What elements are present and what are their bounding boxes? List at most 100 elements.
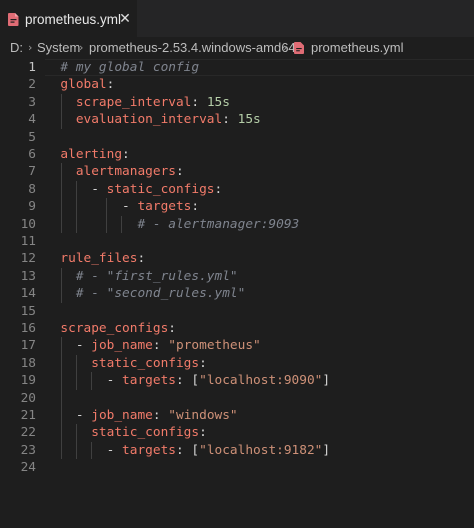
breadcrumb-folder-prometheus[interactable]: prometheus-2.53.4.windows-amd64 (89, 37, 296, 59)
code-token: : (152, 408, 169, 423)
code-line[interactable]: 16 scrape_configs: (0, 320, 474, 337)
line-number: 21 (20, 408, 36, 423)
code-token: targets (137, 199, 192, 215)
line-number: 9 (28, 199, 36, 215)
code-token: - (45, 338, 92, 354)
code-line[interactable]: 7 alertmanagers: (0, 163, 474, 180)
tab-prometheus-yml[interactable]: prometheus.yml ✕ (0, 0, 137, 37)
line-number: 10 (20, 216, 36, 232)
code-token: targets (122, 373, 176, 389)
tab-title: prometheus.yml (25, 12, 122, 27)
code-line[interactable]: 14 # - "second_rules.yml" (0, 285, 474, 302)
code-line[interactable]: 10 # - alertmanager:9093 (0, 216, 474, 233)
code-text: - job_name: "prometheus" (45, 337, 261, 354)
breadcrumb-folder-system[interactable]: System (37, 37, 80, 59)
code-token: - (45, 181, 107, 197)
code-token: # - "first_rules.yml" (45, 268, 238, 284)
code-token: - (45, 199, 138, 215)
code-line[interactable]: 1 # my global config (0, 59, 474, 76)
code-token: job_name (91, 338, 153, 354)
line-number: 19 (20, 373, 36, 389)
code-token: - (45, 442, 123, 458)
code-token: ] (322, 373, 331, 389)
code-token: job_name (91, 408, 153, 423)
code-token: targets (122, 442, 176, 458)
code-line[interactable]: 5 (0, 129, 474, 146)
code-text: alertmanagers: (45, 163, 184, 180)
code-token: # - alertmanager:9093 (45, 216, 300, 232)
line-number: 17 (20, 338, 36, 354)
line-number: 13 (20, 268, 36, 284)
breadcrumb-drive[interactable]: D: (10, 37, 23, 59)
line-number: 11 (20, 234, 36, 249)
code-text: - targets: ["localhost:9182"] (45, 442, 330, 459)
code-line[interactable]: 11 (0, 233, 474, 250)
code-line[interactable]: 24 (0, 459, 474, 476)
code-token: : (199, 355, 207, 371)
close-icon[interactable]: ✕ (117, 10, 133, 28)
code-editor[interactable]: 1 # my global config 2 global: 3 scrape_in… (0, 59, 474, 528)
code-token: : (191, 94, 207, 110)
line-number: 23 (20, 442, 36, 458)
line-number: 18 (20, 355, 36, 371)
line-number: 4 (28, 112, 36, 128)
code-text: # - "second_rules.yml" (45, 285, 246, 302)
tab-bar: prometheus.yml ✕ (0, 0, 474, 37)
code-token: : (175, 164, 184, 180)
line-number: 8 (28, 181, 36, 197)
code-token: : (137, 251, 146, 267)
code-line[interactable]: 2 global: (0, 76, 474, 93)
line-number: 16 (20, 321, 36, 336)
yaml-file-icon (8, 13, 19, 26)
breadcrumb-file[interactable]: prometheus.yml (311, 37, 403, 59)
code-token: global (45, 77, 107, 93)
code-line[interactable]: 12 rule_files: (0, 250, 474, 267)
chevron-right-icon: › (283, 41, 288, 54)
code-line[interactable]: 20 (0, 390, 474, 407)
line-number: 15 (20, 303, 36, 319)
line-number: 1 (28, 60, 36, 75)
code-text: - targets: (45, 198, 199, 215)
code-token: scrape_interval (45, 94, 192, 110)
code-token: # my global config (45, 60, 200, 75)
chevron-right-icon: › (28, 41, 33, 54)
code-line[interactable]: 8 - static_configs: (0, 181, 474, 198)
code-token: alertmanagers (45, 164, 176, 180)
code-line[interactable]: 17 - job_name: "prometheus" (0, 337, 474, 354)
code-line[interactable]: 18 static_configs: (0, 355, 474, 372)
code-text: alerting: (45, 146, 129, 163)
code-text: scrape_configs: (45, 320, 176, 337)
code-line[interactable]: 21 - job_name: "windows" (0, 407, 474, 424)
code-line[interactable]: 19 - targets: ["localhost:9090"] (0, 372, 474, 389)
code-line[interactable]: 23 - targets: ["localhost:9182"] (0, 442, 474, 459)
code-token: scrape_configs (45, 321, 169, 336)
code-text: rule_files: (45, 250, 145, 267)
code-text: scrape_interval: 15s (45, 94, 230, 111)
code-line[interactable]: 13 # - "first_rules.yml" (0, 268, 474, 285)
code-line[interactable]: 22 static_configs: (0, 424, 474, 441)
code-token: : (222, 112, 238, 128)
line-number: 7 (28, 164, 36, 180)
line-number: 5 (28, 129, 36, 145)
line-number: 6 (28, 147, 36, 162)
breadcrumb: D: › System › prometheus-2.53.4.windows-… (0, 37, 474, 59)
code-line[interactable]: 15 (0, 303, 474, 320)
line-number: 2 (28, 77, 36, 93)
code-text: # my global config (45, 59, 199, 76)
code-line[interactable]: 3 scrape_interval: 15s (0, 94, 474, 111)
code-token: 15s (206, 94, 230, 110)
code-token: - (45, 373, 123, 389)
code-token: static_configs (45, 425, 200, 441)
code-token: : (191, 199, 200, 215)
code-token: : [ (175, 442, 200, 458)
code-text: # - alertmanager:9093 (45, 216, 299, 233)
code-line[interactable]: 9 - targets: (0, 198, 474, 215)
code-text: - static_configs: (45, 181, 222, 198)
code-token: : [ (175, 373, 200, 389)
code-line[interactable]: 6 alerting: (0, 146, 474, 163)
code-token: "prometheus" (168, 338, 261, 354)
code-token: static_configs (106, 181, 215, 197)
yaml-file-icon (294, 42, 304, 54)
code-line[interactable]: 4 evaluation_interval: 15s (0, 111, 474, 128)
line-number: 20 (20, 390, 36, 406)
